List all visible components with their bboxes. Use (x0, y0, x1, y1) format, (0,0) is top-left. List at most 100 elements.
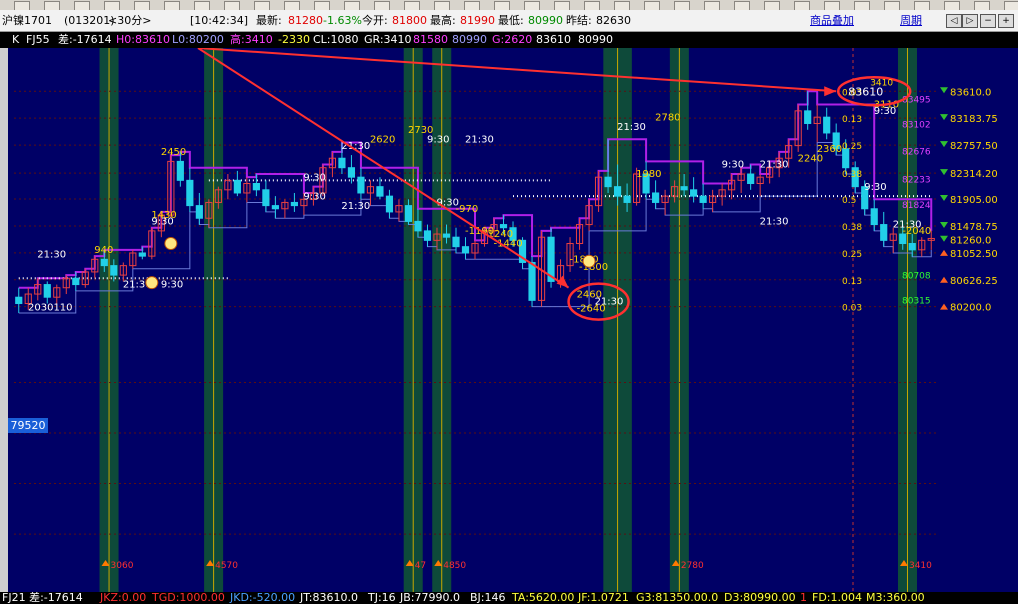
toolbar-button[interactable] (734, 1, 750, 10)
status-m3: M3:360.00 (866, 592, 925, 604)
toolbar-button[interactable] (134, 1, 150, 10)
crosshair-price-label: 79520 (8, 418, 48, 433)
indicator-cl: CL:1080 (313, 33, 359, 46)
fib-level-label: 0.5 (842, 196, 856, 206)
side-value-label: 82233 (902, 175, 931, 185)
status-bar: FJ21 差:-17614 JKZ:0.00 TGD:1000.00 JKD:-… (0, 592, 1018, 604)
status-jkz: JKZ:0.00 (100, 592, 147, 604)
toolbar-button[interactable] (74, 1, 90, 10)
toolbar-button[interactable] (584, 1, 600, 10)
annotation-label: 21:30 (37, 249, 66, 260)
toolbar-button[interactable] (644, 1, 660, 10)
fib-level-label: 0.25 (842, 142, 862, 152)
zone-marker-label: 2780 (681, 561, 704, 571)
price-axis-label: 81905.00 (950, 195, 998, 206)
price-axis-label: 81052.50 (950, 249, 998, 260)
candle-down (690, 189, 698, 197)
toolbar-button[interactable] (854, 1, 870, 10)
toolbar-button[interactable] (284, 1, 300, 10)
clock: [10:42:34] (190, 14, 248, 27)
toolbar-button[interactable] (44, 1, 60, 10)
toolbar-button[interactable] (224, 1, 240, 10)
annotation-label: -970 (455, 204, 478, 215)
price-axis-label: 81478.75 (950, 222, 998, 233)
toolbar-button[interactable] (434, 1, 450, 10)
candle-down (110, 265, 118, 276)
toolbar-button[interactable] (554, 1, 570, 10)
toolbar-button[interactable] (974, 1, 990, 10)
status-tgd: TGD:1000.00 (152, 592, 225, 604)
period-link[interactable]: 周期 (900, 10, 922, 31)
toolbar-button[interactable] (884, 1, 900, 10)
annotation-label: 2450 (161, 147, 186, 158)
status-flag: 1 (800, 592, 807, 604)
plot-background (8, 48, 1018, 592)
annotation-label: 9:30 (722, 160, 744, 171)
toolbar-button[interactable] (344, 1, 360, 10)
toolbar-button[interactable] (764, 1, 780, 10)
annotation-label: 2240 (798, 153, 823, 164)
side-value-label: 80708 (902, 272, 931, 282)
toolbar-button[interactable] (494, 1, 510, 10)
toolbar-button[interactable] (374, 1, 390, 10)
left-scrollbar[interactable] (0, 48, 8, 592)
next-icon[interactable]: ▷ (962, 14, 978, 28)
low-price: 80990 (528, 14, 563, 27)
toolbar-button[interactable] (464, 1, 480, 10)
toolbar-button[interactable] (164, 1, 180, 10)
toolbar-button[interactable] (824, 1, 840, 10)
toolbar-button[interactable] (524, 1, 540, 10)
toolbar-button[interactable] (614, 1, 630, 10)
smiley-icon (145, 276, 159, 290)
candle-down (747, 173, 755, 185)
candle-down (604, 176, 612, 188)
candle-down (233, 179, 241, 194)
toolbar-button[interactable] (704, 1, 720, 10)
circled-high-diff: 3410 (870, 78, 893, 88)
zone-marker-label: 47 (415, 561, 426, 571)
fib-level-label: 0.38 (842, 223, 862, 233)
candlestick-chart[interactable]: 3060 4570 47 4850 2780 3410 21:30 940 21:30 9:30 1… (8, 48, 1018, 592)
candle-down (271, 205, 279, 210)
toolbar-button[interactable] (944, 1, 960, 10)
indicator-l0: L0:80200 (172, 33, 224, 46)
zoom-in-icon[interactable]: + (998, 14, 1014, 28)
status-jkd: JKD:-520.00 (230, 592, 296, 604)
candle-down (823, 116, 831, 134)
price-axis-label: 82757.50 (950, 141, 998, 152)
side-value-label: 81824 (902, 201, 931, 211)
candle-down (528, 261, 536, 301)
status-jf: JF:1.0721 (578, 592, 629, 604)
toolbar-button[interactable] (674, 1, 690, 10)
candle-down (623, 195, 631, 203)
candle-down (499, 224, 508, 229)
toolbar-button[interactable] (914, 1, 930, 10)
overlay-link[interactable]: 商品叠加 (810, 10, 854, 31)
candle-down (138, 252, 146, 257)
toolbar-button[interactable] (194, 1, 210, 10)
indicator-gr: GR:3410 (364, 33, 412, 46)
toolbar-button[interactable] (14, 1, 30, 10)
toolbar-button[interactable] (104, 1, 120, 10)
zoom-out-icon[interactable]: − (980, 14, 996, 28)
toolbar-button[interactable] (254, 1, 270, 10)
zone-marker-label: 3410 (909, 561, 932, 571)
price-axis-label: 82314.20 (950, 169, 998, 180)
candle-down (680, 186, 688, 191)
indicator-bar: K FJ55 差:-17614 H0:83610 L0:80200 高:3410… (0, 32, 1018, 48)
fib-level-label: 0.38 (842, 170, 862, 180)
zone-marker-label: 4850 (443, 561, 466, 571)
zone-marker-label: 3060 (111, 561, 134, 571)
indicator-v1: 81580 (413, 33, 448, 46)
candle-down (15, 296, 23, 305)
prev-icon[interactable]: ◁ (946, 14, 962, 28)
candle-down (186, 179, 194, 207)
toolbar (0, 0, 1018, 10)
status-diff: FJ21 差:-17614 (2, 592, 83, 604)
toolbar-button[interactable] (404, 1, 420, 10)
toolbar-button[interactable] (314, 1, 330, 10)
annotation-label: 9:30 (303, 172, 325, 183)
toolbar-button[interactable] (794, 1, 810, 10)
toolbar-button[interactable] (1004, 1, 1018, 10)
candle-down (880, 224, 888, 241)
